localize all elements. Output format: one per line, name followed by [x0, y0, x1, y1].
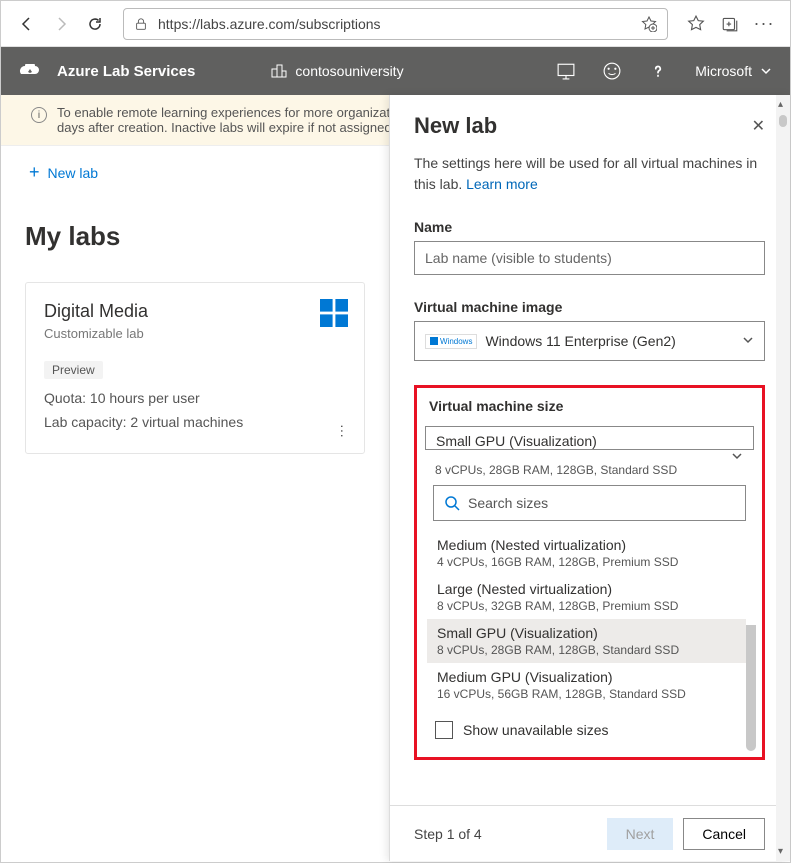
- size-list: Medium (Nested virtualization) 4 vCPUs, 1…: [427, 531, 752, 707]
- lab-card-title: Digital Media: [44, 301, 346, 322]
- size-selected-value: Small GPU (Visualization): [436, 433, 743, 449]
- panel-footer: Step 1 of 4 Next Cancel: [390, 805, 789, 861]
- user-menu[interactable]: Microsoft: [695, 63, 772, 79]
- vm-size-section: Virtual machine size Small GPU (Visualiz…: [414, 385, 765, 760]
- show-unavailable-row[interactable]: Show unavailable sizes: [425, 707, 754, 743]
- chevron-down-icon: [731, 449, 743, 465]
- org-switcher[interactable]: contosouniversity: [271, 63, 403, 79]
- lab-card[interactable]: Digital Media Customizable lab Preview Q…: [25, 282, 365, 454]
- size-option[interactable]: Large (Nested virtualization) 8 vCPUs, 32…: [427, 575, 752, 619]
- size-option-name: Medium GPU (Visualization): [437, 669, 742, 685]
- scrollbar[interactable]: [746, 541, 756, 751]
- browser-toolbar: https://labs.azure.com/subscriptions ···: [1, 1, 790, 47]
- windows-badge-icon: Windows: [425, 334, 477, 349]
- feedback-icon[interactable]: [603, 62, 621, 80]
- image-label: Virtual machine image: [414, 299, 765, 315]
- panel-description: The settings here will be used for all v…: [414, 153, 765, 195]
- org-icon: [271, 63, 287, 79]
- chevron-down-icon: [760, 65, 772, 77]
- show-unavailable-label: Show unavailable sizes: [463, 722, 609, 738]
- image-value: Windows 11 Enterprise (Gen2): [485, 333, 675, 349]
- size-label: Virtual machine size: [425, 398, 754, 420]
- refresh-button[interactable]: [81, 10, 109, 38]
- search-icon: [444, 495, 460, 511]
- new-lab-panel: New lab ✕ The settings here will be used…: [389, 95, 789, 861]
- size-dropdown[interactable]: Small GPU (Visualization): [425, 426, 754, 450]
- search-placeholder: Search sizes: [468, 495, 548, 511]
- help-icon[interactable]: [649, 62, 667, 80]
- size-option[interactable]: Medium (Nested virtualization) 4 vCPUs, 1…: [427, 531, 752, 575]
- azure-header: Azure Lab Services contosouniversity Mic…: [1, 47, 790, 95]
- lab-meta: Quota: 10 hours per user Lab capacity: 2…: [44, 387, 346, 435]
- size-option[interactable]: Medium GPU (Visualization) 16 vCPUs, 56GB…: [427, 663, 752, 707]
- name-label: Name: [414, 219, 765, 235]
- size-option-spec: 8 vCPUs, 32GB RAM, 128GB, Premium SSD: [437, 599, 742, 613]
- lock-icon: [134, 17, 148, 31]
- lab-card-subtitle: Customizable lab: [44, 326, 346, 341]
- size-option-name: Small GPU (Visualization): [437, 625, 742, 641]
- learn-more-link[interactable]: Learn more: [466, 176, 538, 192]
- lab-name-input[interactable]: [414, 241, 765, 275]
- scroll-up-icon[interactable]: ▴: [778, 99, 783, 110]
- size-option-spec: 16 vCPUs, 56GB RAM, 128GB, Standard SSD: [437, 687, 742, 701]
- close-icon[interactable]: ✕: [752, 116, 765, 136]
- scroll-down-icon[interactable]: ▾: [778, 846, 783, 857]
- azure-logo-icon: [19, 64, 39, 78]
- step-indicator: Step 1 of 4: [414, 826, 482, 842]
- size-option-name: Medium (Nested virtualization): [437, 537, 742, 553]
- browser-menu-icon[interactable]: ···: [750, 10, 778, 38]
- windows-icon: [320, 299, 348, 330]
- preview-badge: Preview: [44, 361, 103, 379]
- scroll-thumb[interactable]: [779, 115, 787, 127]
- monitor-icon[interactable]: [557, 62, 575, 80]
- card-menu-button[interactable]: ···: [335, 424, 351, 438]
- show-unavailable-checkbox[interactable]: [435, 721, 453, 739]
- add-favorite-icon[interactable]: [641, 16, 657, 32]
- next-button[interactable]: Next: [607, 818, 674, 850]
- size-option[interactable]: Small GPU (Visualization) 8 vCPUs, 28GB R…: [427, 619, 752, 663]
- new-lab-label: New lab: [48, 165, 99, 181]
- address-bar[interactable]: https://labs.azure.com/subscriptions: [123, 8, 668, 40]
- chevron-down-icon: [742, 333, 754, 349]
- plus-icon: +: [29, 162, 40, 183]
- panel-scrollbar[interactable]: ▴ ▾: [776, 95, 790, 861]
- panel-title: New lab: [414, 113, 497, 139]
- size-option-name: Large (Nested virtualization): [437, 581, 742, 597]
- size-search-input[interactable]: Search sizes: [433, 485, 746, 521]
- forward-button[interactable]: [47, 10, 75, 38]
- cancel-button[interactable]: Cancel: [683, 818, 765, 850]
- url-text: https://labs.azure.com/subscriptions: [158, 16, 631, 32]
- product-name[interactable]: Azure Lab Services: [57, 63, 195, 80]
- size-selected-spec: 8 vCPUs, 28GB RAM, 128GB, Standard SSD: [425, 460, 754, 477]
- favorites-icon[interactable]: [682, 10, 710, 38]
- image-dropdown[interactable]: Windows Windows 11 Enterprise (Gen2): [414, 321, 765, 361]
- org-name: contosouniversity: [295, 63, 403, 79]
- size-option-spec: 4 vCPUs, 16GB RAM, 128GB, Premium SSD: [437, 555, 742, 569]
- info-icon: i: [31, 107, 47, 123]
- collections-icon[interactable]: [716, 10, 744, 38]
- size-option-spec: 8 vCPUs, 28GB RAM, 128GB, Standard SSD: [437, 643, 742, 657]
- user-name: Microsoft: [695, 63, 752, 79]
- back-button[interactable]: [13, 10, 41, 38]
